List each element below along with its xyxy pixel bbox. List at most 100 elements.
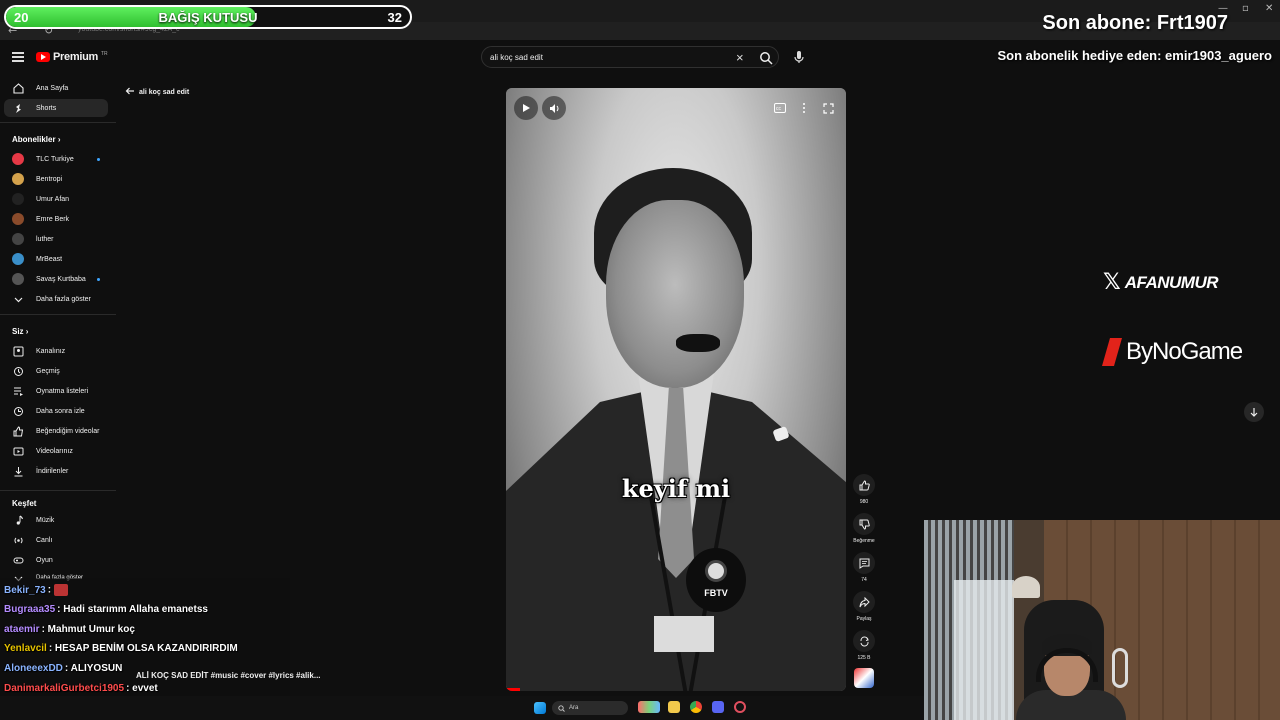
youtube-logo[interactable]: Premium TR (36, 51, 108, 63)
chat-username[interactable]: Yenlavcil (4, 643, 47, 654)
chat-username[interactable]: ataemir (4, 624, 40, 635)
sidebar-item-you[interactable]: İndirilenler (4, 462, 108, 480)
remix-icon (853, 630, 875, 652)
close-window-icon[interactable]: ✕ (1265, 3, 1273, 14)
sidebar-item-you[interactable]: Geçmiş (4, 362, 108, 380)
subscription-item[interactable]: MrBeast (4, 250, 108, 268)
search-input[interactable]: ali koç sad edit (490, 53, 543, 62)
volume-button[interactable] (542, 96, 566, 120)
chat-message: ataemir: Mahmut Umur koç (4, 624, 135, 635)
sidebar-item-explore[interactable]: Müzik (4, 511, 108, 529)
home-icon (12, 82, 24, 94)
sidebar-divider (0, 490, 116, 491)
chrome-icon[interactable] (690, 701, 702, 713)
subscription-item[interactable]: Bentropi (4, 170, 108, 188)
chevron-right-icon: › (25, 327, 29, 336)
more-options-button[interactable] (792, 96, 816, 120)
subscription-item[interactable]: TLC Turkiye (4, 150, 108, 168)
sidebar-item-label: Beğendiğim videolar (36, 427, 100, 435)
remix-action[interactable]: 125 B (848, 630, 880, 661)
sidebar-item-label: Shorts (36, 104, 57, 112)
sidebar-item-explore[interactable]: Canlı (4, 531, 108, 549)
live-icon (12, 534, 24, 546)
shorts-player[interactable]: FBTV keyif mi cc (506, 88, 846, 691)
you-title: Siz (12, 327, 24, 336)
maximize-icon[interactable]: ▫ (1242, 3, 1249, 14)
chat-text: : ALIYOSUN (64, 663, 123, 675)
chat-username[interactable]: Bekir_73 (4, 585, 46, 596)
subscription-label: Savaş Kurtbaba (36, 275, 86, 283)
donation-bar: 20 BAĞIŞ KUTUSU 32 (4, 5, 412, 29)
subscription-item[interactable]: Umur Afan (4, 190, 108, 208)
back-to-search[interactable]: ali koç sad edit (125, 83, 189, 101)
subscriptions-heading[interactable]: Abonelikler › (12, 135, 60, 144)
play-button[interactable] (514, 96, 538, 120)
you-heading[interactable]: Siz › (12, 327, 28, 336)
subscription-label: Bentropi (36, 175, 63, 183)
sidebar-item-you[interactable]: Kanalınız (4, 342, 108, 360)
sidebar-item-you[interactable]: Oynatma listeleri (4, 382, 108, 400)
channel-avatar (12, 153, 24, 165)
chat-message: Bekir_73: (4, 584, 69, 596)
donation-title: BAĞIŞ KUTUSU (158, 10, 258, 25)
subscription-label: luther (36, 235, 54, 243)
clear-search-icon[interactable]: × (736, 50, 744, 65)
search-box[interactable]: ali koç sad edit × (481, 46, 779, 68)
explore-heading: Keşfet (12, 499, 37, 508)
webcam-overlay (924, 520, 1280, 720)
sidebar-item-label: Oyun (36, 556, 53, 564)
video-title[interactable]: ALİ KOÇ SAD EDİT #music #cover #lyrics #… (136, 671, 321, 680)
chat-text: : evvet (126, 683, 158, 694)
sidebar-item-you[interactable]: Beğendiğim videolar (4, 422, 108, 440)
sidebar-divider (0, 122, 116, 123)
fullscreen-button[interactable] (816, 96, 840, 120)
obs-icon[interactable] (734, 701, 746, 713)
playback-progress[interactable] (506, 688, 520, 691)
subscription-item[interactable]: Emre Berk (4, 210, 108, 228)
chat-username[interactable]: DanimarkaliGurbetci1905 (4, 683, 124, 694)
share-label: Paylaş (856, 616, 872, 622)
captions-button[interactable]: cc (768, 96, 792, 120)
chat-text: : Hadi starımm Allaha emanetss (57, 603, 208, 615)
subscription-label: Umur Afan (36, 195, 70, 203)
widgets-icon[interactable] (638, 701, 660, 713)
sponsor-overlay: ByNoGame (1102, 338, 1243, 366)
share-action[interactable]: Paylaş (848, 591, 880, 622)
next-video-button[interactable] (1244, 402, 1264, 422)
discord-icon[interactable] (712, 701, 724, 713)
voice-search-icon[interactable] (790, 48, 808, 66)
sidebar-item-label: Daha sonra izle (36, 407, 85, 415)
arrow-left-icon (125, 83, 135, 101)
logo-text: Premium (53, 51, 98, 63)
donation-goal: 32 (387, 10, 402, 25)
subscription-item[interactable]: luther (4, 230, 108, 248)
like-action[interactable]: 980 (848, 474, 880, 505)
search-icon[interactable] (759, 51, 773, 70)
comments-action[interactable]: 74 (848, 552, 880, 583)
subscriptions-show-more[interactable]: Daha fazla göster (4, 290, 108, 308)
channel-avatar (12, 173, 24, 185)
sidebar-item-you[interactable]: Daha sonra izle (4, 402, 108, 420)
sidebar-item-label: İndirilenler (36, 467, 69, 475)
dislike-action[interactable]: Beğenme (848, 513, 880, 544)
sound-thumbnail[interactable] (848, 668, 880, 688)
share-icon (853, 591, 875, 613)
sponsor-logo-icon (1102, 338, 1122, 366)
sidebar-item-explore[interactable]: Oyun (4, 551, 108, 569)
chat-username[interactable]: AloneeexDD (4, 663, 63, 674)
file-explorer-icon[interactable] (668, 701, 680, 713)
subscription-item[interactable]: Savaş Kurtbaba (4, 270, 108, 288)
chat-username[interactable]: Bugraaa35 (4, 604, 55, 615)
sidebar-item-shorts[interactable]: Shorts (4, 99, 108, 117)
windows-start-icon[interactable] (534, 702, 546, 714)
hamburger-menu-icon[interactable] (12, 52, 24, 62)
subscription-label: TLC Turkiye (36, 155, 74, 163)
download-icon (12, 465, 24, 477)
sidebar-item-label: Oynatma listeleri (36, 387, 89, 395)
sidebar-item-home[interactable]: Ana Sayfa (4, 79, 108, 97)
subscriptions-title: Abonelikler (12, 135, 56, 144)
windows-taskbar (0, 696, 924, 720)
taskbar-search[interactable]: Ara (552, 701, 628, 715)
sponsor-text: ByNoGame (1126, 338, 1243, 365)
sidebar-item-you[interactable]: Videolarınız (4, 442, 108, 460)
